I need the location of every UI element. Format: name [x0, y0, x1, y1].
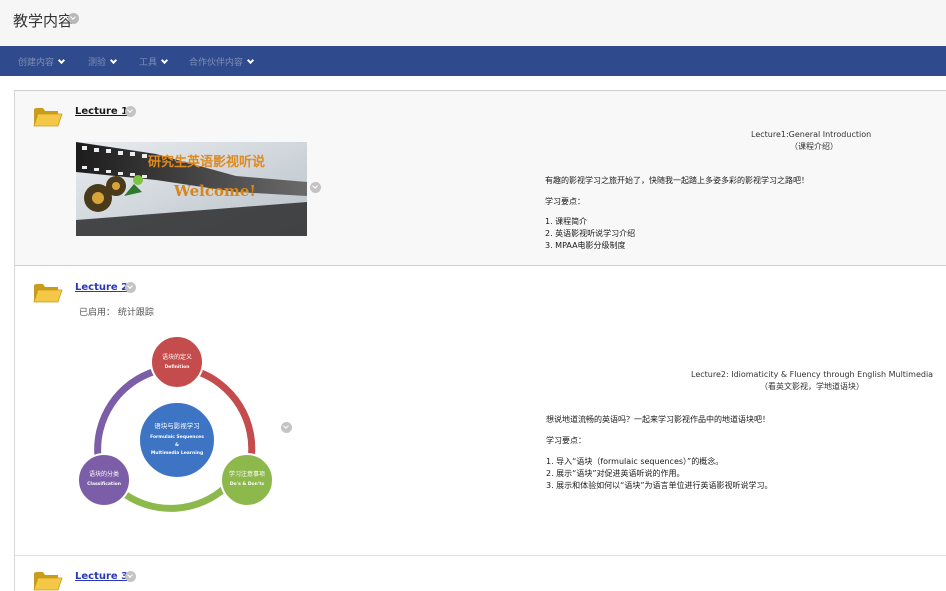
diagram-top-cn: 语块的定义 — [162, 353, 192, 361]
lecture-3-options-chevron-icon[interactable] — [125, 571, 136, 582]
page-header: 教学内容 — [0, 0, 946, 46]
assessments-menu[interactable]: 测验 — [88, 55, 118, 68]
page-title: 教学内容 — [13, 12, 74, 30]
lecture-2-subheading: （看英文影视，学地道语块） — [760, 382, 864, 391]
banner-welcome-text: Welcome! — [173, 182, 256, 200]
create-content-label: 创建内容 — [18, 58, 55, 68]
lecture-3-link[interactable]: Lecture 3 — [75, 571, 128, 582]
diagram-options-chevron-icon[interactable] — [281, 422, 292, 433]
lecture-2-options-chevron-icon[interactable] — [125, 282, 136, 293]
tools-label: 工具 — [139, 58, 158, 68]
folder-icon — [33, 108, 63, 127]
lecture-2-link[interactable]: Lecture 2 — [75, 282, 128, 293]
lecture-1-options-chevron-icon[interactable] — [125, 106, 136, 117]
formulaic-sequences-diagram: 语块的定义 Definition 语块与影视学习 Formulaic Seque… — [77, 335, 274, 512]
chevron-down-icon — [160, 56, 169, 65]
lecture-2-intro: 想说地道流畅的英语吗？一起来学习影视作品中的地道语块吧！ — [546, 415, 770, 424]
lecture-1-link[interactable]: Lecture 1 — [75, 106, 128, 117]
lecture-2-heading: Lecture2: Idiomaticity & Fluency through… — [691, 370, 934, 379]
folder-icon — [33, 572, 63, 591]
assessments-label: 测验 — [88, 58, 107, 68]
lecture-1-intro: 有趣的影视学习之旅开始了，快随我一起踏上多姿多彩的影视学习之路吧！ — [545, 176, 809, 185]
diagram-left-en: Classification — [87, 481, 121, 487]
diagram-left-cn: 语块的分类 — [89, 470, 119, 478]
lecture-1-point: 1. 课程简介 — [545, 217, 588, 226]
diagram-center-amp: & — [175, 442, 179, 448]
lecture-1-heading: Lecture1:General Introduction — [751, 130, 872, 139]
partner-content-menu[interactable]: 合作伙伴内容 — [189, 55, 255, 68]
lecture-2-point: 3. 展示和体验如何以“语块”为语言单位进行英语影视听说学习。 — [546, 481, 773, 490]
create-content-menu[interactable]: 创建内容 — [18, 55, 66, 68]
diagram-right-en: Do's & Don'ts — [230, 481, 265, 487]
lecture-2-points-label: 学习要点： — [546, 436, 586, 445]
chevron-down-icon — [246, 56, 255, 65]
diagram-right-cn: 学习注意事项 — [229, 470, 265, 478]
action-bar: 创建内容 测验 工具 合作伙伴内容 — [0, 46, 946, 76]
diagram-top-en: Definition — [165, 364, 190, 370]
banner-chinese-title: 研究生英语影视听说 — [148, 154, 265, 170]
chevron-down-icon — [57, 56, 66, 65]
page-options-chevron-icon[interactable] — [68, 13, 79, 24]
lecture-1-point: 3. MPAA电影分级制度 — [545, 241, 626, 250]
banner-options-chevron-icon[interactable] — [310, 182, 321, 193]
folder-icon — [33, 284, 63, 303]
tools-menu[interactable]: 工具 — [139, 55, 169, 68]
lecture-2-point: 1. 导入“语块（formulaic sequences）”的概念。 — [546, 457, 724, 466]
lecture-2-status: 已启用： 统计跟踪 — [79, 308, 154, 318]
diagram-center-cn: 语块与影视学习 — [154, 421, 200, 430]
lecture-2-point: 2. 展示“语块”对促进英语听说的作用。 — [546, 469, 685, 478]
lecture-1-subheading: （课程介绍） — [790, 142, 838, 151]
lecture-1-points-label: 学习要点： — [545, 197, 585, 206]
diagram-center-en2: Multimedia Learning — [151, 450, 203, 456]
course-banner-image: 研究生英语影视听说 Welcome! — [76, 142, 307, 236]
diagram-center-en1: Formulaic Sequences — [150, 434, 204, 440]
content-item-lecture-3 — [15, 557, 946, 591]
chevron-down-icon — [109, 56, 118, 65]
lecture-1-point: 2. 英语影视听说学习介绍 — [545, 229, 636, 238]
partner-content-label: 合作伙伴内容 — [189, 58, 244, 68]
